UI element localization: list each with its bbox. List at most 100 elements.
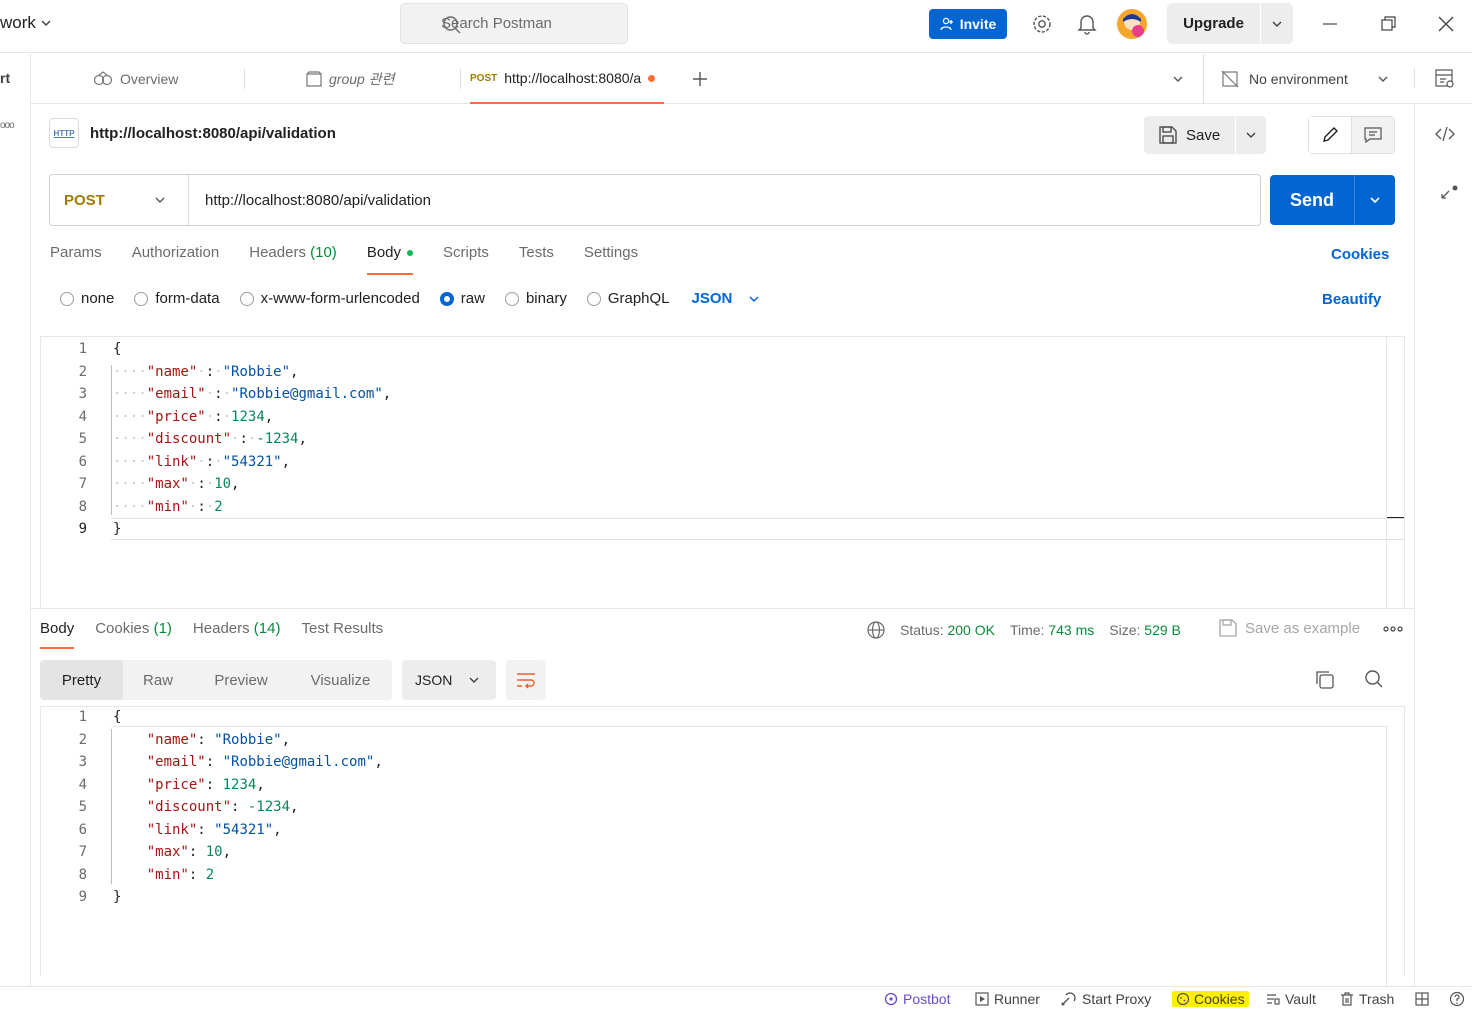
comments-button[interactable] — [1352, 117, 1394, 153]
tab-headers[interactable]: Headers (10) — [249, 244, 337, 261]
code-icon[interactable] — [1435, 126, 1455, 142]
more-options-icon[interactable] — [1383, 626, 1403, 632]
vault-button[interactable]: Vault — [1266, 991, 1316, 1007]
view-raw[interactable]: Raw — [123, 660, 193, 700]
code-line: 6 ····"link"·:·"54321", — [41, 451, 1404, 474]
view-visualize[interactable]: Visualize — [289, 660, 392, 700]
cookies-label: Cookies — [1194, 991, 1245, 1007]
invite-button[interactable]: Invite — [929, 9, 1007, 39]
request-tabs: Params Authorization Headers (10) Body S… — [50, 244, 638, 275]
line-number: 6 — [78, 453, 87, 470]
runner-button[interactable]: Runner — [975, 991, 1040, 1007]
line-number: 6 — [78, 821, 87, 838]
minimize-icon[interactable] — [1322, 17, 1338, 33]
more-icon[interactable]: ooo — [0, 120, 15, 131]
tab-overview[interactable]: Overview — [93, 54, 178, 104]
view-preview[interactable]: Preview — [193, 660, 289, 700]
tab-authorization[interactable]: Authorization — [132, 244, 220, 261]
method-select[interactable]: POST — [50, 175, 189, 225]
radio-raw[interactable]: raw — [439, 290, 485, 307]
workspace-name: work — [0, 13, 36, 32]
response-format-select[interactable]: JSON — [402, 660, 496, 700]
tab-settings[interactable]: Settings — [584, 244, 638, 261]
line-number: 7 — [78, 476, 87, 493]
workspace-selector[interactable]: work — [0, 13, 52, 33]
tab-params[interactable]: Params — [50, 244, 102, 261]
search-input[interactable]: Search Postman — [400, 3, 628, 44]
avatar[interactable] — [1117, 9, 1147, 39]
radio-label: x-www-form-urlencoded — [260, 290, 420, 307]
radio-graphql[interactable]: GraphQL — [586, 290, 670, 307]
view-pretty[interactable]: Pretty — [40, 660, 123, 700]
radio-binary[interactable]: binary — [504, 290, 567, 307]
tab-tests[interactable]: Tests — [519, 244, 554, 261]
response-body-viewer[interactable]: 1{2 "name": "Robbie", 3 "email": "Robbie@… — [40, 706, 1405, 997]
postbot-button[interactable]: Postbot — [884, 991, 950, 1007]
search-icon[interactable] — [1364, 669, 1384, 689]
cookies-button[interactable]: Cookies — [1172, 991, 1249, 1007]
resp-tab-body[interactable]: Body — [40, 620, 75, 649]
send-button[interactable]: Send — [1270, 190, 1354, 211]
tab-body[interactable]: Body — [366, 244, 414, 275]
gear-icon[interactable] — [1031, 13, 1053, 35]
resp-tab-headers[interactable]: Headers (14) — [193, 620, 281, 637]
layout-icon[interactable] — [1415, 992, 1429, 1006]
radio-none[interactable]: none — [60, 290, 114, 307]
chevron-down-icon — [1246, 132, 1256, 138]
bell-icon[interactable] — [1077, 13, 1097, 35]
chevron-down-icon — [1370, 197, 1380, 204]
code-text: ····"min"·:·2 — [113, 498, 223, 515]
save-dropdown[interactable] — [1236, 129, 1266, 141]
request-title[interactable]: http://localhost:8080/api/validation — [90, 125, 336, 142]
restore-icon[interactable] — [1381, 16, 1397, 32]
start-proxy-button[interactable]: Start Proxy — [1061, 991, 1151, 1007]
copy-icon[interactable] — [1315, 670, 1335, 690]
line-number: 8 — [78, 498, 87, 515]
save-as-example-button[interactable]: Save as example — [1219, 619, 1360, 637]
beautify-link[interactable]: Beautify — [1322, 291, 1381, 308]
save-as-example-label: Save as example — [1245, 619, 1361, 637]
wrap-lines-button[interactable] — [506, 660, 546, 700]
send-dropdown[interactable] — [1355, 194, 1395, 206]
tab-request[interactable]: POST http://localhost:8080/a — [470, 54, 664, 104]
code-text: "name": "Robbie", — [146, 731, 291, 748]
environment-quick-look-icon[interactable] — [1435, 69, 1455, 89]
upgrade-dropdown[interactable] — [1261, 18, 1293, 30]
http-icon: HTTP — [49, 118, 79, 148]
code-line: 3 ····"email"·:·"Robbie@gmail.com", — [41, 383, 1404, 406]
tab-method: POST — [470, 72, 498, 84]
raw-format-select[interactable]: JSON — [692, 290, 761, 307]
radio-circle — [60, 291, 74, 306]
resp-tab-cookies[interactable]: Cookies (1) — [95, 620, 172, 637]
status-value[interactable]: 200 OK — [947, 622, 994, 638]
radio-label: GraphQL — [607, 290, 670, 307]
plus-icon[interactable] — [692, 71, 708, 87]
resp-tab-test-results[interactable]: Test Results — [301, 620, 383, 637]
url-input[interactable]: http://localhost:8080/api/validation — [189, 192, 431, 209]
cookie-icon — [1176, 992, 1190, 1006]
tab-group[interactable]: group 관련 — [306, 54, 394, 104]
time-value[interactable]: 743 ms — [1048, 622, 1094, 638]
pane-divider[interactable] — [31, 608, 1414, 609]
globe-icon[interactable] — [866, 620, 886, 640]
trash-button[interactable]: Trash — [1340, 991, 1394, 1007]
edit-button[interactable] — [1309, 117, 1352, 153]
close-icon[interactable] — [1438, 16, 1454, 32]
request-body-editor[interactable]: 1{2 ····"name"·:·"Robbie", 3 ····"email"·:·… — [40, 336, 1405, 609]
response-tabs: Body Cookies (1) Headers (14) Test Resul… — [40, 620, 383, 649]
related-collections-icon[interactable] — [1439, 184, 1459, 204]
resp-tab-cookies-label: Cookies — [95, 620, 150, 637]
cookies-link[interactable]: Cookies — [1331, 246, 1389, 263]
save-button[interactable]: Save — [1144, 126, 1235, 144]
size-value[interactable]: 529 B — [1144, 622, 1181, 638]
radio-form-data[interactable]: form-data — [134, 290, 220, 307]
vault-icon — [1267, 994, 1280, 1005]
upgrade-button[interactable]: Upgrade — [1167, 3, 1293, 44]
radio-circle — [239, 291, 254, 306]
chevron-down-icon[interactable] — [1172, 73, 1184, 85]
line-number: 9 — [78, 889, 87, 906]
environment-selector[interactable]: No environment — [1221, 54, 1389, 104]
tab-scripts[interactable]: Scripts — [443, 244, 489, 261]
help-icon[interactable] — [1449, 991, 1465, 1007]
radio-urlencoded[interactable]: x-www-form-urlencoded — [239, 290, 420, 307]
